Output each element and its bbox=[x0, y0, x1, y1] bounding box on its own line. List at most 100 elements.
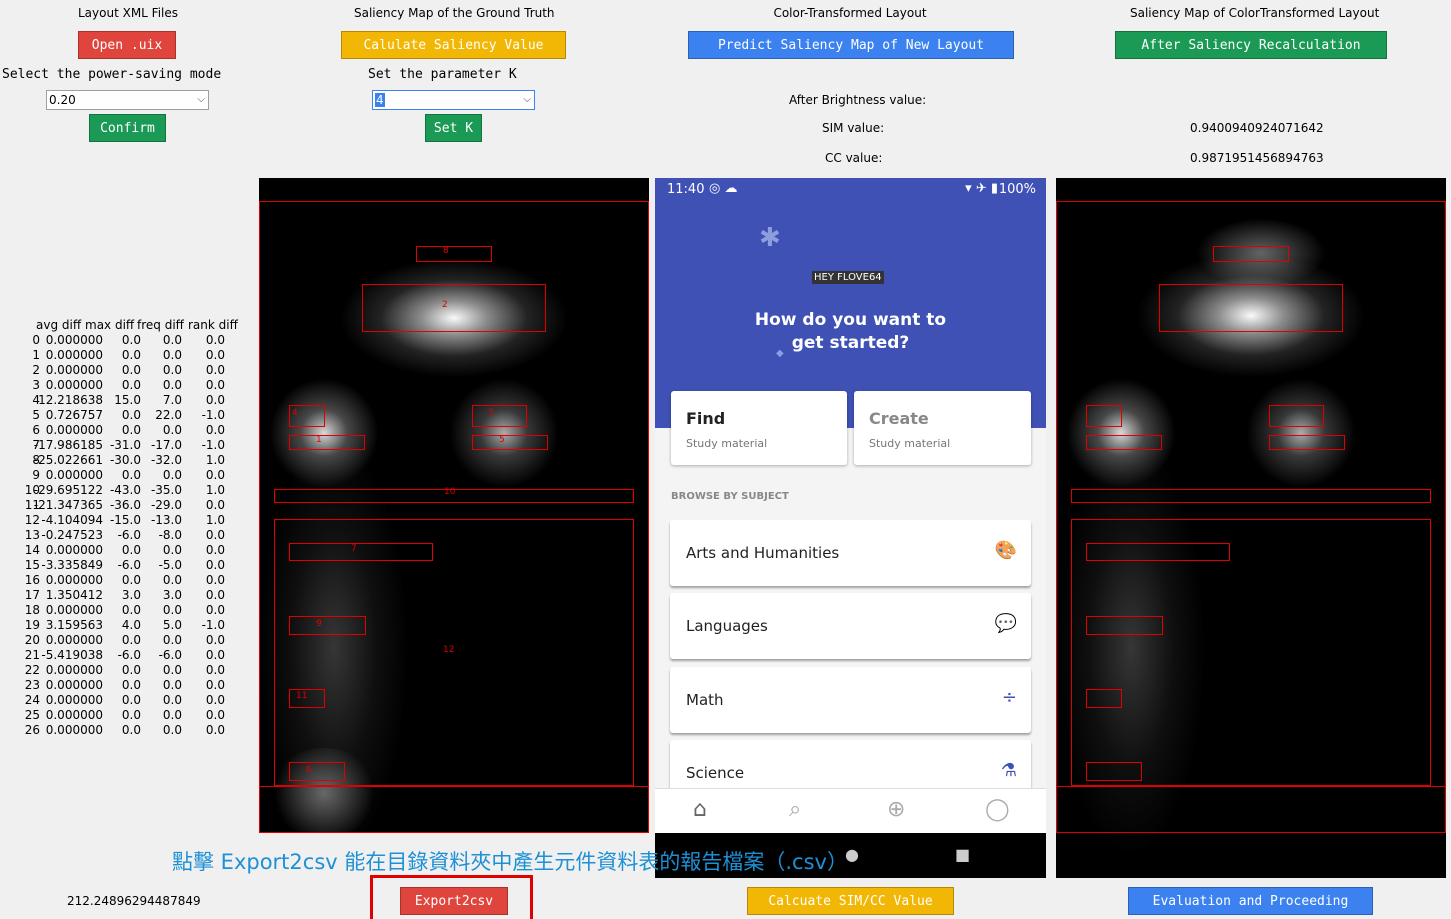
subject-label: Math bbox=[686, 691, 724, 709]
home-icon[interactable]: ⌂ bbox=[693, 797, 707, 822]
color-transformed-layout-preview: 11:40 ◎ ☁ ▾ ✈ ▮ 100% ✱ ◆ HEY FLOVE64 How… bbox=[655, 178, 1046, 878]
table-cell: 24 bbox=[24, 693, 40, 707]
box-label: 2 bbox=[442, 300, 448, 310]
table-cell: 0.0 bbox=[205, 723, 225, 737]
predict-saliency-button[interactable]: Predict Saliency Map of New Layout bbox=[688, 31, 1014, 59]
table-cell: 0.000000 bbox=[45, 468, 103, 482]
layout-bounding-box bbox=[1056, 786, 1446, 833]
recents-icon[interactable]: ■ bbox=[955, 845, 970, 864]
table-cell: 0.000000 bbox=[45, 348, 103, 362]
table-cell: -4.104094 bbox=[41, 513, 103, 527]
table-cell: 15.0 bbox=[114, 393, 141, 407]
table-cell: 0.000000 bbox=[45, 363, 103, 377]
question-line-2: get started? bbox=[791, 333, 910, 353]
table-cell: -36.0 bbox=[109, 498, 141, 512]
add-icon[interactable]: ⊕ bbox=[887, 797, 905, 822]
table-row: 20 0.000000 0.0 0.0 0.0 bbox=[20, 633, 240, 648]
table-row: 10 -29.695122 -43.0 -35.0 1.0 bbox=[20, 483, 240, 498]
layout-bounding-box bbox=[1159, 284, 1343, 332]
status-battery: 100% bbox=[998, 182, 1036, 197]
evaluation-proceeding-button[interactable]: Evaluation and Proceeding bbox=[1128, 887, 1373, 915]
layout-bounding-box bbox=[289, 435, 365, 450]
profile-icon[interactable]: ◯ bbox=[985, 797, 1010, 822]
table-cell: -32.0 bbox=[150, 453, 182, 467]
table-cell: 0.0 bbox=[162, 678, 182, 692]
table-cell: 13 bbox=[24, 528, 40, 542]
table-cell: 0.0 bbox=[121, 678, 141, 692]
table-cell: -30.0 bbox=[109, 453, 141, 467]
parameter-k-select[interactable]: 4 ⌵ bbox=[372, 90, 535, 110]
table-cell: 9 bbox=[32, 468, 40, 482]
table-cell: 0.0 bbox=[162, 708, 182, 722]
table-cell: 0.0 bbox=[162, 363, 182, 377]
table-cell: 3.0 bbox=[121, 588, 141, 602]
power-saving-value: 0.20 bbox=[49, 93, 76, 107]
subject-arts[interactable]: Arts and Humanities 🎨 bbox=[670, 520, 1031, 586]
table-row: 21 -5.419038 -6.0 -6.0 0.0 bbox=[20, 648, 240, 663]
wifi-icon: ▾ ✈ ▮ bbox=[965, 181, 998, 196]
subject-math[interactable]: Math ÷ bbox=[670, 667, 1031, 733]
table-row: 1 0.000000 0.0 0.0 0.0 bbox=[20, 348, 240, 363]
table-cell: -25.022661 bbox=[33, 453, 103, 467]
table-cell: 0.0 bbox=[205, 423, 225, 437]
chevron-down-icon: ⌵ bbox=[523, 94, 531, 105]
ground-truth-saliency-map: 8 2 4 3 1 5 10 7 9 12 11 6 bbox=[259, 178, 649, 833]
table-cell: 0.0 bbox=[205, 363, 225, 377]
box-label: 12 bbox=[443, 645, 455, 655]
find-card[interactable]: Find Study material bbox=[671, 391, 847, 465]
table-cell: 0.0 bbox=[121, 423, 141, 437]
table-cell: 0.0 bbox=[162, 603, 182, 617]
after-saliency-button[interactable]: After Saliency Recalculation bbox=[1115, 31, 1387, 59]
calculate-sim-cc-button[interactable]: Calcuate SIM/CC Value bbox=[747, 887, 954, 915]
table-row: 9 0.000000 0.0 0.0 0.0 bbox=[20, 468, 240, 483]
layout-bounding-box bbox=[289, 762, 345, 781]
table-row: 11 -21.347365 -36.0 -29.0 0.0 bbox=[20, 498, 240, 513]
export2csv-button[interactable]: Export2csv bbox=[400, 887, 508, 915]
table-cell: 4.0 bbox=[121, 618, 141, 632]
confirm-button[interactable]: Confirm bbox=[89, 114, 166, 142]
total-value: 212.24896294487849 bbox=[67, 894, 201, 908]
box-label: 9 bbox=[316, 619, 322, 629]
open-uix-button[interactable]: Open .uix bbox=[78, 31, 176, 59]
table-cell: 0.0 bbox=[205, 543, 225, 557]
layout-bounding-box bbox=[362, 284, 546, 332]
table-cell: 0.000000 bbox=[45, 678, 103, 692]
subject-languages[interactable]: Languages 💬 bbox=[670, 593, 1031, 659]
set-k-button[interactable]: Set K bbox=[425, 114, 482, 142]
table-row: 15 -3.335849 -6.0 -5.0 0.0 bbox=[20, 558, 240, 573]
search-icon[interactable]: ⌕ bbox=[789, 797, 801, 822]
cloud-icon: ◎ ☁ bbox=[709, 181, 738, 196]
table-cell: 0.0 bbox=[121, 348, 141, 362]
table-cell: -1.0 bbox=[201, 408, 225, 422]
calculate-saliency-button[interactable]: Calulate Saliency Value bbox=[341, 31, 566, 59]
table-cell: 0.0 bbox=[205, 633, 225, 647]
create-subtitle: Study material bbox=[869, 437, 951, 450]
table-cell: 0.0 bbox=[162, 468, 182, 482]
greeting-badge: HEY FLOVE64 bbox=[812, 271, 884, 284]
cc-label: CC value: bbox=[825, 151, 883, 165]
table-cell: 25 bbox=[24, 708, 40, 722]
brightness-label: After Brightness value: bbox=[789, 93, 927, 107]
question-line-1: How do you want to bbox=[754, 310, 947, 330]
table-cell: -8.0 bbox=[158, 528, 182, 542]
table-row: 16 0.000000 0.0 0.0 0.0 bbox=[20, 573, 240, 588]
layout-bounding-box bbox=[1086, 543, 1230, 561]
table-cell: 0.000000 bbox=[45, 378, 103, 392]
table-cell: 3.0 bbox=[162, 588, 182, 602]
status-bar: 11:40 ◎ ☁ ▾ ✈ ▮ 100% bbox=[655, 178, 1046, 201]
box-label: 11 bbox=[296, 691, 308, 701]
power-saving-select[interactable]: 0.20 ⌵ bbox=[46, 90, 209, 110]
parameter-k-label: Set the parameter K bbox=[368, 67, 517, 82]
table-cell: 0.0 bbox=[162, 378, 182, 392]
table-cell: -31.0 bbox=[109, 438, 141, 452]
table-cell: 0.726757 bbox=[45, 408, 103, 422]
create-title: Create bbox=[869, 409, 929, 428]
box-label: 6 bbox=[306, 765, 312, 775]
subject-label: Science bbox=[686, 764, 745, 782]
table-cell: 1.0 bbox=[205, 513, 225, 527]
divide-icon: ÷ bbox=[1001, 687, 1017, 708]
table-cell: 0.0 bbox=[121, 543, 141, 557]
create-card[interactable]: Create Study material bbox=[854, 391, 1031, 465]
table-cell: 21 bbox=[24, 648, 40, 662]
table-cell: 0.000000 bbox=[45, 723, 103, 737]
